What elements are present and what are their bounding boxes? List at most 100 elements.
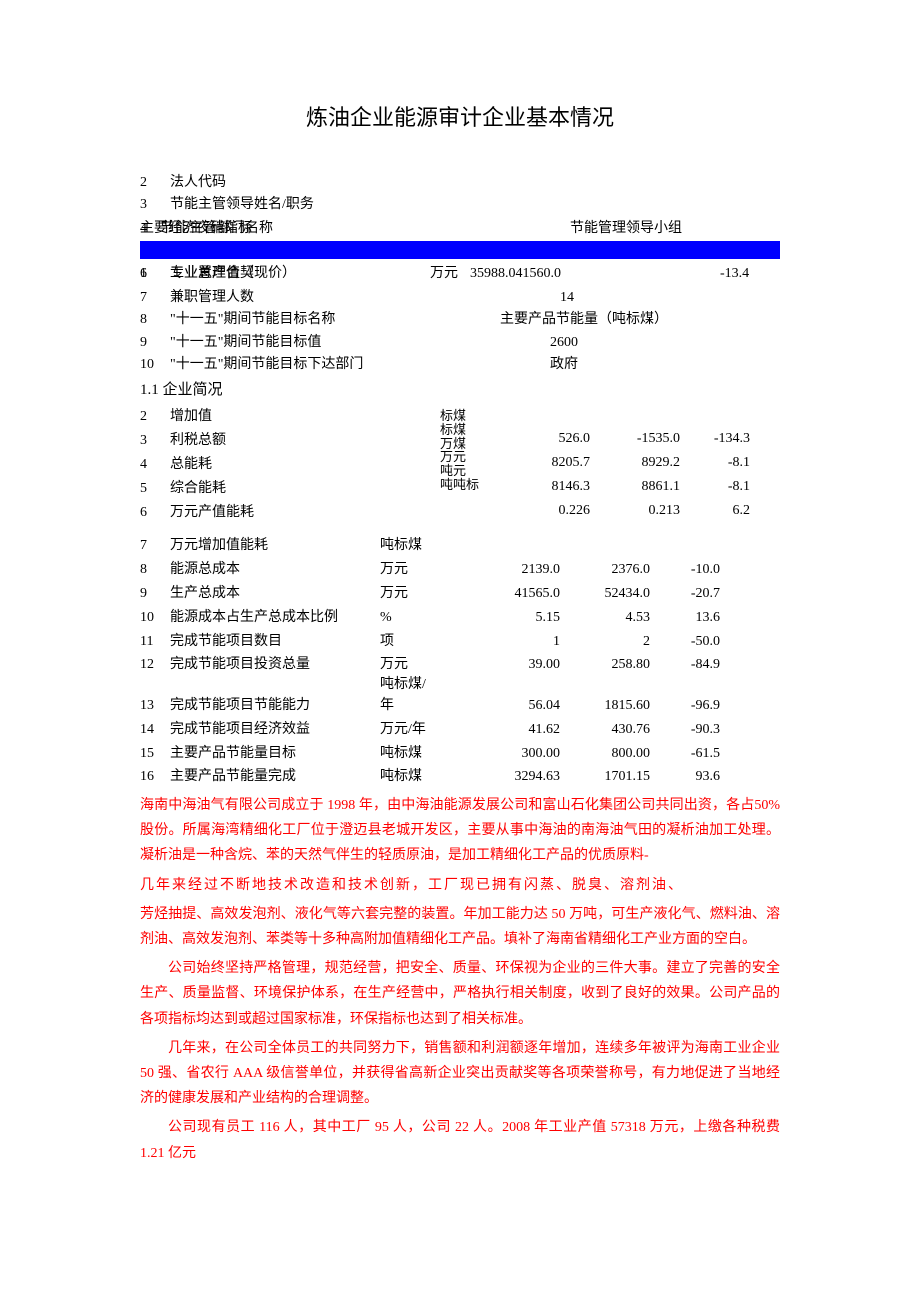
cell-v2: -1535.0 bbox=[590, 427, 680, 451]
cell-label: 增加值 bbox=[170, 405, 380, 429]
info-row: 3 节能主管领导姓名/职务 bbox=[140, 194, 780, 216]
paragraph: 公司始终坚持严格管理，规范经营，把安全、质量、环保视为企业的三件大事。建立了完善… bbox=[140, 956, 780, 1032]
table-row: 11 完成节能项目数目 项 1 2 -50.0 bbox=[140, 630, 780, 654]
cell-unit: 万元 bbox=[380, 558, 470, 582]
overlapped-row: 6 专业置理合契 1 工业总产值（现价） 万元 35988.041560.0 -… bbox=[140, 263, 780, 287]
data-table: 2 增加值 3 利税总额 4 总能耗 5 综合能耗 6 万元产值能耗 bbox=[140, 405, 780, 789]
cell-v3: -10.0 bbox=[650, 558, 720, 582]
cell-num: 7 bbox=[140, 534, 170, 558]
table-row: 3 利税总额 bbox=[140, 429, 440, 453]
cell-v3: 6.2 bbox=[680, 499, 750, 523]
table-row: 16 主要产品节能量完成 吨标煤 3294.63 1701.15 93.6 bbox=[140, 765, 780, 789]
page-title: 炼油企业能源审计企业基本情况 bbox=[140, 100, 780, 132]
cell-v1: 2139.0 bbox=[470, 558, 560, 582]
row-number: 10 bbox=[140, 354, 170, 376]
cell-unit: 万元 bbox=[380, 582, 470, 606]
cell-v2: 258.80 bbox=[560, 653, 650, 677]
cell-label: 综合能耗 bbox=[170, 477, 380, 501]
cell-label: 利税总额 bbox=[170, 429, 380, 453]
table-row: 0.226 0.213 6.2 bbox=[500, 499, 780, 523]
row-value: 14 bbox=[560, 287, 574, 309]
cell-num: 16 bbox=[140, 765, 170, 789]
cell-v2: 1815.60 bbox=[560, 694, 650, 718]
section-heading: 1.1 企业简况 bbox=[140, 378, 780, 399]
cell-v3: 93.6 bbox=[650, 765, 720, 789]
cell-v1: 41.62 bbox=[470, 718, 560, 742]
cell-v1: 526.0 bbox=[500, 427, 590, 451]
cell-label: 主要产品节能量完成 bbox=[170, 765, 380, 789]
row-label: "十一五"期间节能目标名称 bbox=[170, 309, 500, 331]
info-row: 7 兼职管理人数 14 bbox=[140, 287, 780, 309]
cell-v3: -8.1 bbox=[680, 451, 750, 475]
unit: 标煤 bbox=[440, 409, 500, 423]
cell-v3: -61.5 bbox=[650, 742, 720, 766]
cell-label: 完成节能项目投资总量 bbox=[170, 653, 380, 677]
row-number: 9 bbox=[140, 332, 170, 354]
cell-v3: -96.9 bbox=[650, 694, 720, 718]
table-row: 7 万元增加值能耗 吨标煤 bbox=[140, 534, 780, 558]
cell-v2: 2376.0 bbox=[560, 558, 650, 582]
cell-v1: 5.15 bbox=[470, 606, 560, 630]
cell-unit: 项 bbox=[380, 630, 470, 654]
blue-separator-bar bbox=[140, 241, 780, 259]
overlay-right: 节能管理领导小组 bbox=[570, 217, 682, 237]
cell-v1: 8146.3 bbox=[500, 475, 590, 499]
cell-v1: 56.04 bbox=[470, 694, 560, 718]
row-label: 工业总产值（现价） bbox=[170, 263, 296, 285]
info-row: 2 法人代码 bbox=[140, 172, 780, 194]
cell-label: 完成节能项目数目 bbox=[170, 630, 380, 654]
row-number: 1 bbox=[140, 263, 170, 285]
cell-unit: 吨标煤 bbox=[380, 765, 470, 789]
paragraph: 几年来经过不断地技术改造和技术创新，工厂现已拥有闪蒸、脱臭、溶剂油、 bbox=[140, 873, 780, 898]
row-label: 节能主管领导姓名/职务 bbox=[170, 194, 314, 216]
cell-unit: 吨标煤 bbox=[380, 742, 470, 766]
cell-v2: 1701.15 bbox=[560, 765, 650, 789]
overlay-text: 4 节能主管部门名称 bbox=[140, 221, 273, 236]
table-row: 13 完成节能项目节能能力 年 56.04 1815.60 -96.9 bbox=[140, 694, 780, 718]
cell-unit: % bbox=[380, 606, 470, 630]
table-row: 15 主要产品节能量目标 吨标煤 300.00 800.00 -61.5 bbox=[140, 742, 780, 766]
table-row: 14 完成节能项目经济效益 万元/年 41.62 430.76 -90.3 bbox=[140, 718, 780, 742]
table-row: 9 生产总成本 万元 41565.0 52434.0 -20.7 bbox=[140, 582, 780, 606]
value: 35988.041560.0 bbox=[470, 263, 561, 285]
table-row: 6 万元产值能耗 bbox=[140, 501, 440, 525]
table-row: 8 能源总成本 万元 2139.0 2376.0 -10.0 bbox=[140, 558, 780, 582]
cell-v3: 13.6 bbox=[650, 606, 720, 630]
cell-label: 万元产值能耗 bbox=[170, 501, 380, 525]
table-row: 2 增加值 bbox=[140, 405, 440, 429]
overlapped-heading: 主要经济夜硝指标 4 节能主管部门名称 节能管理领导小组 bbox=[140, 217, 780, 263]
cell-v3: -134.3 bbox=[680, 427, 750, 451]
cell-label: 完成节能项目节能能力 bbox=[170, 694, 380, 718]
row-value: 政府 bbox=[550, 354, 578, 376]
cell-v1: 0.226 bbox=[500, 499, 590, 523]
cell-num: 5 bbox=[140, 477, 170, 501]
cell-v1: 1 bbox=[470, 630, 560, 654]
table-row: 526.0 -1535.0 -134.3 bbox=[500, 427, 780, 451]
cell-label: 完成节能项目经济效益 bbox=[170, 718, 380, 742]
cell-v2: 8861.1 bbox=[590, 475, 680, 499]
table-row: 5 综合能耗 bbox=[140, 477, 440, 501]
cell-v3: -20.7 bbox=[650, 582, 720, 606]
cell-num: 2 bbox=[140, 405, 170, 429]
cell-label: 万元增加值能耗 bbox=[170, 534, 380, 558]
row-value: 2600 bbox=[550, 332, 578, 354]
table-row: 10 能源成本占生产总成本比例 % 5.15 4.53 13.6 bbox=[140, 606, 780, 630]
cell-num: 8 bbox=[140, 558, 170, 582]
row-label: "十一五"期间节能目标下达部门 bbox=[170, 354, 550, 376]
cell-v2: 2 bbox=[560, 630, 650, 654]
cell-v3: -84.9 bbox=[650, 653, 720, 677]
cell-label: 总能耗 bbox=[170, 453, 380, 477]
cell-unit: 万元/年 bbox=[380, 718, 470, 742]
unit: 万元 bbox=[440, 450, 500, 464]
cell-num: 14 bbox=[140, 718, 170, 742]
cell-v1: 3294.63 bbox=[470, 765, 560, 789]
row-number: 7 bbox=[140, 287, 170, 309]
cell-v2: 430.76 bbox=[560, 718, 650, 742]
table-row: 吨标煤/ bbox=[140, 677, 780, 694]
cell-unit: 万元 bbox=[380, 653, 470, 677]
cell-v1: 8205.7 bbox=[500, 451, 590, 475]
cell-unit: 吨标煤/ bbox=[380, 677, 470, 694]
paragraph: 芳烃抽提、高效发泡剂、液化气等六套完整的装置。年加工能力达 50 万吨，可生产液… bbox=[140, 902, 780, 952]
cell-num: 10 bbox=[140, 606, 170, 630]
table-row: 8146.3 8861.1 -8.1 bbox=[500, 475, 780, 499]
